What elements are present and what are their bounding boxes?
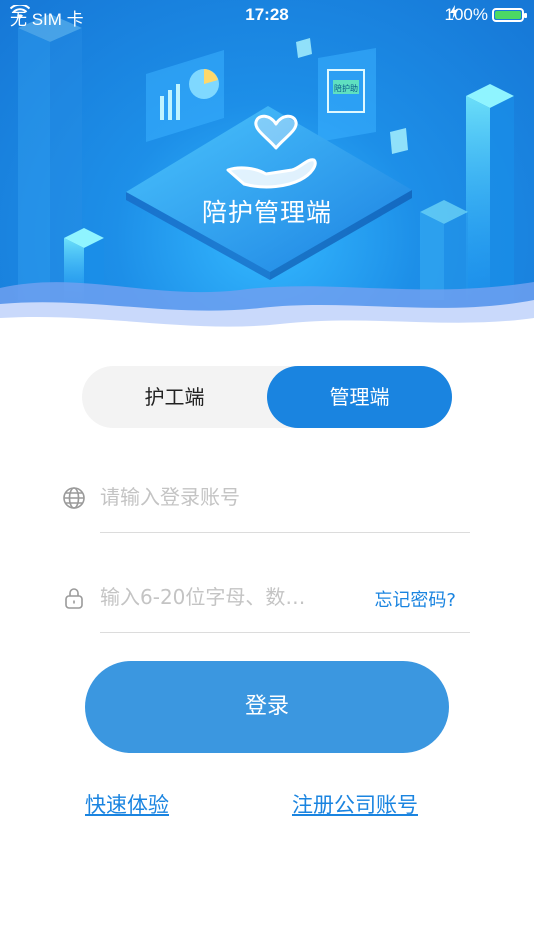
battery-fill: [495, 11, 521, 19]
role-switch: 护工端 管理端: [82, 366, 452, 428]
lock-icon: [65, 588, 83, 609]
account-underline: [100, 532, 470, 533]
qr-panel: [318, 48, 376, 142]
chart-panel: [146, 50, 224, 142]
charging-icon: [449, 5, 458, 19]
building-right: [466, 84, 514, 300]
app-title: 陪护管理端: [201, 198, 332, 227]
cube-decoration: [296, 38, 312, 58]
role-option-manager[interactable]: 管理端: [267, 366, 452, 428]
cube-decoration: [390, 128, 408, 154]
hero-illustration: 陪护助: [0, 14, 534, 340]
role-option-caregiver[interactable]: 护工端: [82, 366, 267, 428]
chip-label: 陪护助: [334, 83, 358, 93]
password-input[interactable]: [100, 574, 350, 620]
hero-banner: 陪护助 陪护管理端 无 SIM 卡 17:28 100%: [0, 0, 534, 340]
quick-trial-link[interactable]: 快速体验: [85, 789, 169, 819]
login-button[interactable]: 登录: [85, 661, 449, 753]
account-field: [62, 474, 470, 534]
password-underline: [100, 632, 470, 633]
battery-icon: [492, 8, 527, 22]
forgot-password-link[interactable]: 忘记密码?: [374, 586, 456, 612]
globe-icon: [63, 487, 85, 509]
status-bar: 无 SIM 卡 17:28 100%: [0, 0, 534, 32]
account-input[interactable]: [100, 474, 470, 520]
password-field: 忘记密码?: [62, 574, 470, 634]
register-company-link[interactable]: 注册公司账号: [292, 789, 418, 819]
